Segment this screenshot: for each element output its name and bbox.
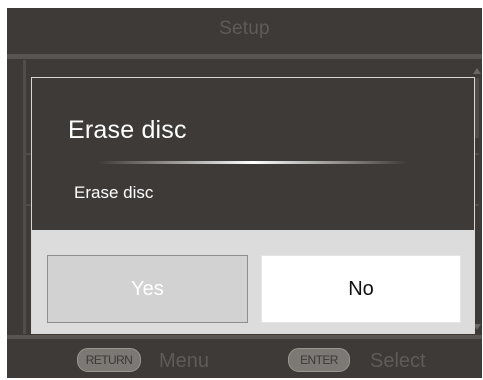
erase-disc-dialog: Erase disc Erase disc Yes No — [31, 77, 475, 334]
scrollbar[interactable] — [473, 68, 481, 334]
dialog-divider — [98, 161, 408, 164]
dialog-message: Erase disc — [74, 183, 154, 202]
dialog-button-bar: Yes No — [32, 230, 474, 333]
scrollbar-thumb[interactable] — [475, 78, 479, 138]
yes-button[interactable]: Yes — [47, 255, 248, 323]
footer-divider — [7, 335, 482, 339]
background-menu-rail-left — [23, 60, 26, 334]
enter-key-icon[interactable]: ENTER — [288, 348, 350, 372]
footer-return-label: Menu — [159, 350, 210, 372]
return-key-icon[interactable]: RETURN — [77, 348, 141, 372]
scroll-up-icon[interactable] — [473, 68, 481, 74]
footer-enter-label: Select — [370, 350, 426, 372]
page-title: Setup — [219, 18, 270, 39]
header-divider — [7, 54, 482, 59]
setup-screen: Setup Erase disc Erase disc Yes No RETUR… — [7, 8, 482, 378]
dialog-title: Erase disc — [68, 116, 187, 144]
no-button[interactable]: No — [261, 255, 461, 323]
